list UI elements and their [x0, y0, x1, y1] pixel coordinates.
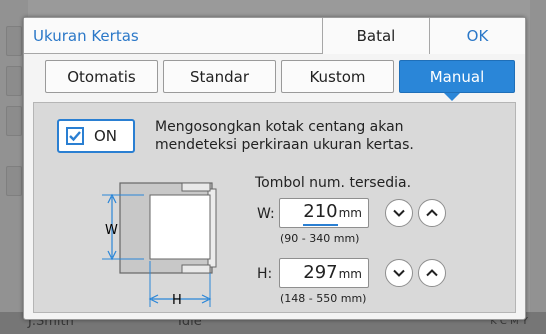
- width-decrement-button[interactable]: [385, 199, 413, 227]
- width-increment-button[interactable]: [418, 199, 446, 227]
- dialog-title: Ukuran Kertas: [33, 27, 139, 45]
- check-icon: [69, 131, 81, 142]
- height-range: (148 - 550 mm): [280, 292, 367, 305]
- tab-otomatis[interactable]: Otomatis: [45, 60, 158, 93]
- width-label: W:: [257, 206, 275, 222]
- height-increment-button[interactable]: [418, 259, 446, 287]
- active-tab-pointer: [444, 93, 460, 101]
- diagram-h-label: H: [172, 293, 182, 308]
- diagram-w-label: W: [105, 223, 118, 238]
- chevron-up-icon: [426, 269, 438, 277]
- on-checkbox-toggle[interactable]: ON: [57, 119, 135, 153]
- on-description: Mengosongkan kotak centang akan mendetek…: [155, 118, 445, 154]
- description-line-2: mendeteksi perkiraan ukuran kertas.: [155, 137, 414, 153]
- tab-kustom[interactable]: Kustom: [281, 60, 394, 93]
- paper-size-dialog: Ukuran Kertas Batal OK Otomatis Standar …: [23, 17, 526, 320]
- width-range: (90 - 340 mm): [280, 232, 360, 245]
- checkbox[interactable]: [66, 127, 84, 145]
- dialog-header: Ukuran Kertas Batal OK: [24, 18, 525, 54]
- height-value: 297: [303, 262, 338, 283]
- chevron-up-icon: [426, 209, 438, 217]
- height-decrement-button[interactable]: [385, 259, 413, 287]
- chevron-down-icon: [393, 269, 405, 277]
- width-input[interactable]: 210 mm: [279, 198, 369, 228]
- on-label: ON: [94, 127, 118, 145]
- tab-manual[interactable]: Manual: [399, 60, 515, 93]
- height-input[interactable]: 297 mm: [279, 258, 369, 288]
- paper-tray-diagram: W H: [102, 182, 217, 308]
- height-unit: mm: [338, 267, 362, 281]
- width-unit: mm: [338, 206, 362, 220]
- ok-button[interactable]: OK: [429, 18, 525, 54]
- numeric-keys-hint: Tombol num. tersedia.: [255, 175, 412, 191]
- tab-standar[interactable]: Standar: [163, 60, 276, 93]
- height-label: H:: [257, 266, 273, 282]
- cancel-button[interactable]: Batal: [322, 18, 429, 54]
- width-value: 210: [303, 199, 338, 226]
- description-line-1: Mengosongkan kotak centang akan: [155, 119, 404, 135]
- chevron-down-icon: [393, 209, 405, 217]
